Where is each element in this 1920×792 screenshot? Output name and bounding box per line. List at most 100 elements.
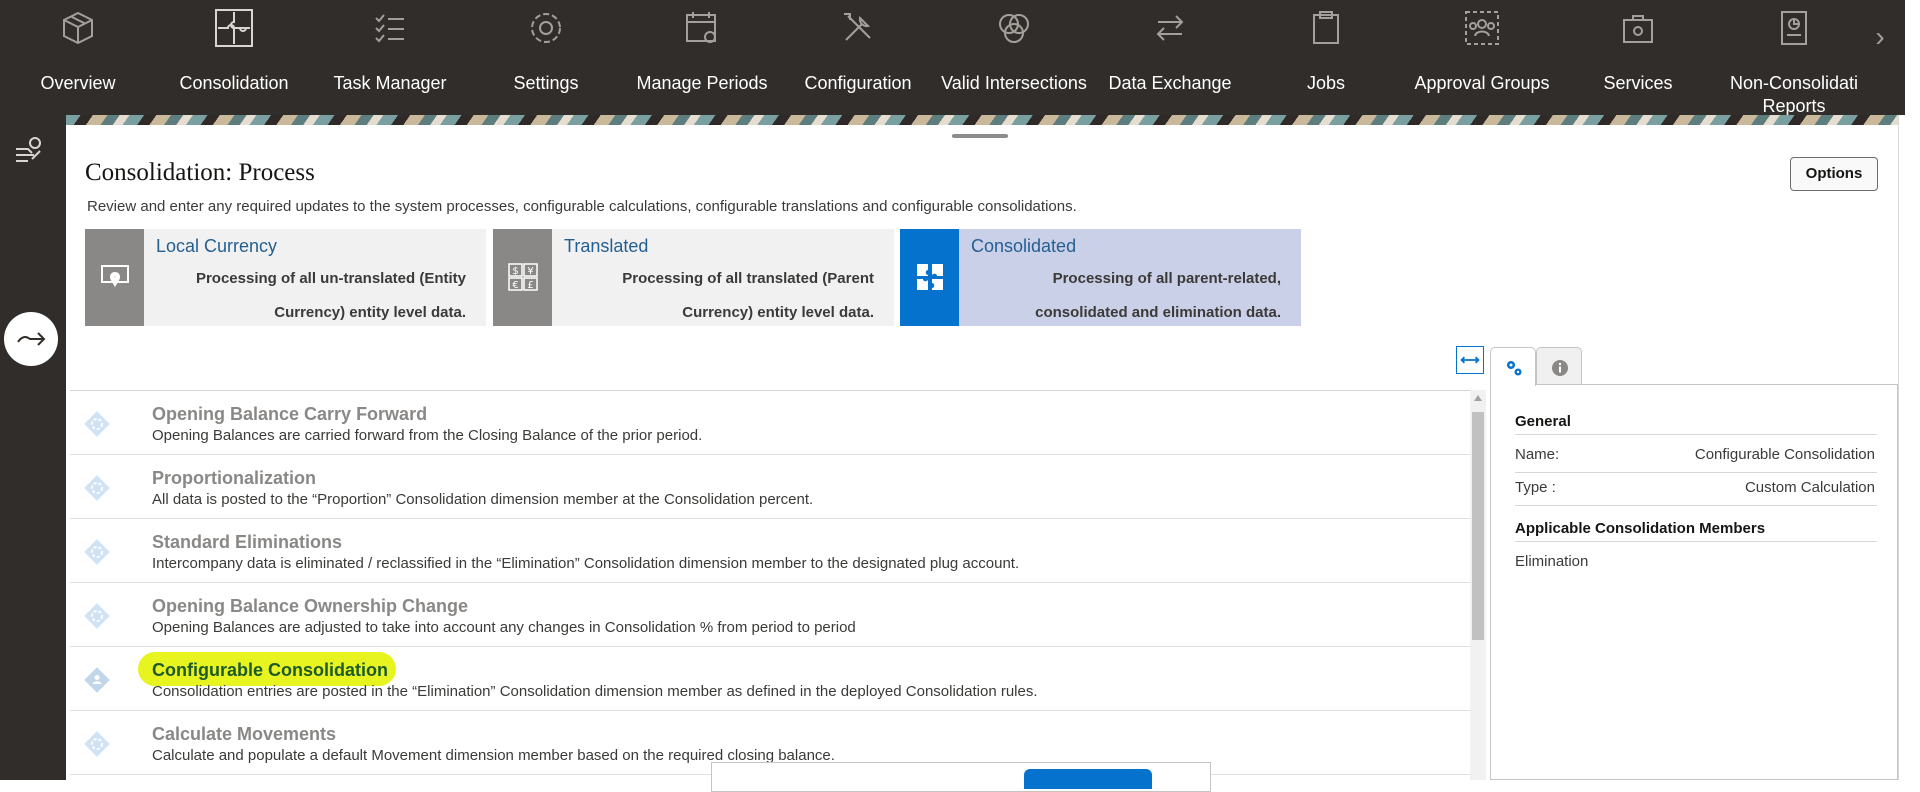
checklist-icon xyxy=(370,8,410,48)
type-value: Custom Calculation xyxy=(1744,479,1875,496)
nav-label: Settings xyxy=(513,73,579,93)
card-body: Translated Processing of all translated … xyxy=(552,229,894,326)
nav-scroll-right-button[interactable]: › xyxy=(1866,22,1894,52)
card-title[interactable]: Translated xyxy=(564,235,648,257)
rule-gear-icon xyxy=(82,473,112,503)
nav-label: Valid Intersections xyxy=(941,73,1087,93)
svg-text:£: £ xyxy=(527,280,533,291)
rule-row-standard-eliminations[interactable]: Standard Eliminations Intercompany data … xyxy=(70,519,1470,583)
rule-description: All data is posted to the “Proportion” C… xyxy=(152,491,814,508)
popup-primary-button[interactable] xyxy=(1024,769,1152,789)
report-icon xyxy=(1774,8,1814,48)
rule-row-configurable-consolidation[interactable]: Configurable Consolidation Consolidation… xyxy=(70,647,1470,711)
general-heading: General xyxy=(1515,413,1571,430)
scrollbar-thumb[interactable] xyxy=(1472,412,1484,640)
gear-icon xyxy=(526,8,566,48)
nav-label: Jobs xyxy=(1306,73,1346,93)
gears-icon xyxy=(1507,361,1522,376)
card-text: Processing of all translated (Parent Cur… xyxy=(622,270,874,321)
nav-label: Data Exchange xyxy=(1108,73,1232,93)
name-label: Name: xyxy=(1515,446,1560,463)
card-translated[interactable]: $ ¥ € £ Translated Processing of all transl… xyxy=(493,229,894,326)
rule-title: Calculate Movements xyxy=(152,724,337,744)
collapse-panel-button[interactable] xyxy=(4,312,58,366)
list-scrollbar[interactable] xyxy=(1470,390,1486,780)
nav-label: Task Manager xyxy=(333,73,447,93)
tools-icon xyxy=(838,8,878,48)
card-title[interactable]: Consolidated xyxy=(971,235,1076,257)
page-title: Consolidation: Process xyxy=(85,159,315,186)
consolidate-icon xyxy=(900,229,959,326)
left-rail xyxy=(0,115,66,780)
rule-title: Opening Balance Carry Forward xyxy=(152,404,428,424)
card-title[interactable]: Local Currency xyxy=(156,235,277,257)
card-consolidated[interactable]: Consolidated Processing of all parent-re… xyxy=(900,229,1301,326)
row-divider xyxy=(1515,472,1877,473)
card-body: Local Currency Processing of all un-tran… xyxy=(144,229,486,326)
tab-properties[interactable] xyxy=(1490,347,1536,386)
card-local-currency[interactable]: Local Currency Processing of all un-tran… xyxy=(85,229,486,326)
group-icon xyxy=(1462,8,1502,48)
nav-item-manage-periods[interactable]: Manage Periods xyxy=(624,0,780,115)
venn-icon xyxy=(994,8,1034,48)
nav-label: Overview xyxy=(40,73,116,93)
puzzle-icon xyxy=(214,8,254,48)
nav-label: Manage Periods xyxy=(636,73,768,93)
rule-row-proportionalization[interactable]: Proportionalization All data is posted t… xyxy=(70,455,1470,519)
section-divider xyxy=(1515,541,1877,542)
toolbox-icon xyxy=(1618,8,1658,48)
currency-icon: $ ¥ € £ xyxy=(493,229,552,326)
svg-text:€: € xyxy=(512,280,518,291)
nav-label: Services xyxy=(1603,73,1673,93)
navigator-icon[interactable] xyxy=(12,133,48,169)
rule-description: Opening Balances are carried forward fro… xyxy=(152,427,703,444)
card-body: Consolidated Processing of all parent-re… xyxy=(959,229,1301,326)
clipboard-icon xyxy=(1306,8,1346,48)
exchange-arrows-icon xyxy=(1150,8,1190,48)
nav-item-valid-intersections[interactable]: Valid Intersections xyxy=(936,0,1092,115)
rule-title: Opening Balance Ownership Change xyxy=(152,596,469,616)
rule-gear-icon xyxy=(82,537,112,567)
rule-title: Standard Eliminations xyxy=(152,532,343,552)
location-pin-icon xyxy=(85,229,144,326)
nav-item-services[interactable]: Services xyxy=(1560,0,1716,115)
nav-label: Consolidation xyxy=(179,73,289,93)
members-heading: Applicable Consolidation Members xyxy=(1515,520,1766,537)
card-text: Processing of all parent-related, consol… xyxy=(1035,270,1281,321)
svg-text:$: $ xyxy=(512,266,518,277)
svg-text:¥: ¥ xyxy=(527,266,533,277)
window-right-margin xyxy=(1905,0,1920,780)
rule-gear-icon xyxy=(82,409,112,439)
nav-item-overview[interactable]: Overview xyxy=(0,0,156,115)
scroll-up-arrow-icon[interactable] xyxy=(1474,395,1482,401)
rule-gear-icon xyxy=(82,729,112,759)
calendar-gear-icon xyxy=(682,8,722,48)
resize-handle[interactable] xyxy=(952,134,1008,138)
tab-info[interactable] xyxy=(1536,347,1582,385)
nav-item-configuration[interactable]: Configuration xyxy=(780,0,936,115)
nav-item-settings[interactable]: Settings xyxy=(468,0,624,115)
nav-item-jobs[interactable]: Jobs xyxy=(1248,0,1404,115)
properties-panel: General Name: Configurable Consolidation… xyxy=(1490,384,1898,780)
rule-row-opening-balance-ownership-change[interactable]: Opening Balance Ownership Change Opening… xyxy=(70,583,1470,647)
rule-description: Opening Balances are adjusted to take in… xyxy=(152,619,856,636)
rule-description: Intercompany data is eliminated / reclas… xyxy=(152,555,1020,572)
nav-label: Approval Groups xyxy=(1414,73,1550,93)
nav-label: Non-Consolidati Reports xyxy=(1729,73,1859,116)
member-item: Elimination xyxy=(1515,553,1589,570)
rule-row-opening-balance-carry-forward[interactable]: Opening Balance Carry Forward Opening Ba… xyxy=(70,391,1470,455)
rule-title: Configurable Consolidation xyxy=(152,660,388,680)
nav-item-approval-groups[interactable]: Approval Groups xyxy=(1404,0,1560,115)
row-divider xyxy=(1515,505,1877,506)
section-divider xyxy=(1515,434,1877,435)
nav-item-data-exchange[interactable]: Data Exchange xyxy=(1092,0,1248,115)
nav-item-task-manager[interactable]: Task Manager xyxy=(312,0,468,115)
name-value: Configurable Consolidation xyxy=(1694,446,1875,463)
info-icon xyxy=(1552,360,1568,376)
type-label: Type : xyxy=(1515,479,1556,496)
nav-item-consolidation[interactable]: Consolidation xyxy=(156,0,312,115)
nav-item-non-consolidation-reports[interactable]: Non-Consolidati Reports xyxy=(1716,0,1872,116)
expand-collapse-toggle[interactable] xyxy=(1456,346,1484,374)
options-button[interactable]: Options xyxy=(1790,157,1878,191)
page-description: Review and enter any required updates to… xyxy=(87,198,1077,215)
